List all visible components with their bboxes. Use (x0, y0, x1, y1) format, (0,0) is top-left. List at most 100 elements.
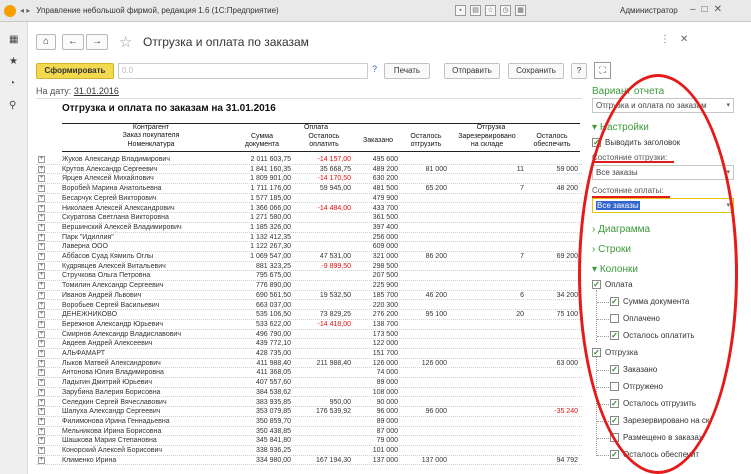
expand-row-icon[interactable]: + (38, 223, 45, 231)
more-icon[interactable]: ⋮ (660, 34, 670, 45)
table-row[interactable]: + Жуков Александр Владимирович 2 011 603,7… (36, 155, 582, 165)
search-icon[interactable]: ⚲ (9, 100, 16, 111)
expand-row-icon[interactable]: + (38, 340, 45, 348)
expand-row-icon[interactable]: + (38, 291, 45, 299)
expand-row-icon[interactable]: + (38, 156, 45, 163)
expand-row-icon[interactable]: + (38, 456, 45, 464)
expand-row-icon[interactable]: + (38, 194, 45, 202)
expand-row-icon[interactable]: + (38, 427, 45, 435)
table-row[interactable]: + Смирнов Александр Владиславович 496 790,… (36, 330, 582, 340)
table-row[interactable]: + Скуратова Светлана Викторовна 1 271 580,… (36, 213, 582, 223)
expand-row-icon[interactable]: + (38, 359, 45, 367)
favorites-star-icon[interactable]: ★ (9, 56, 18, 67)
col-to-pay-checkbox[interactable]: ✓ (610, 331, 619, 340)
report-field[interactable]: 0.0 (118, 63, 368, 79)
user-name[interactable]: Администратор (620, 6, 678, 15)
variant-select[interactable]: Отгрузка и оплата по заказам ▾ (592, 98, 734, 113)
close-form-icon[interactable]: ✕ (680, 34, 688, 45)
table-row[interactable]: + Филимонова Ирина Геннадьевна 350 859,70 8… (36, 417, 582, 427)
col-payment-checkbox[interactable]: ✓ (592, 280, 601, 289)
forward-button[interactable]: → (86, 34, 108, 50)
expand-row-icon[interactable]: + (38, 185, 45, 193)
settings-header[interactable]: ▾ Настройки (592, 122, 649, 133)
save-button[interactable]: Сохранить (508, 63, 564, 79)
table-row[interactable]: + Бережнов Александр Юрьевич 533 622,00 -14… (36, 320, 582, 330)
expand-row-icon[interactable]: + (38, 437, 45, 445)
table-row[interactable]: + ДЕНЕЖНИКОВО 535 106,50 73 829,25 276 200 95… (36, 310, 582, 320)
col-paid-checkbox[interactable] (610, 314, 619, 323)
table-row[interactable]: + Кудрявцев Алексей Витальевич 881 323,25 -… (36, 262, 582, 272)
maximize-icon[interactable]: □ (702, 4, 708, 15)
calc-icon[interactable]: ▦ (515, 5, 526, 16)
diagram-section[interactable]: › Диаграмма (592, 224, 650, 235)
expand-row-icon[interactable]: + (38, 282, 45, 290)
table-row[interactable]: + Зарубина Валерия Борисовна 384 538,62 108… (36, 388, 582, 398)
expand-row-icon[interactable]: + (38, 417, 45, 425)
table-row[interactable]: + Ладыгин Дмитрий Юрьевич 407 557,60 89 000 (36, 378, 582, 388)
col-placed-checkbox[interactable] (610, 433, 619, 442)
expand-row-icon[interactable]: + (38, 204, 45, 212)
expand-row-icon[interactable]: + (38, 311, 45, 319)
help-button[interactable]: ? (571, 63, 587, 79)
nav-arrows-icon[interactable]: ◂ ▸ (20, 6, 30, 15)
chevron-down-icon[interactable]: ▾ (726, 99, 730, 112)
col-shipped-checkbox[interactable] (610, 382, 619, 391)
expand-row-icon[interactable]: + (38, 447, 45, 454)
expand-row-icon[interactable]: + (38, 165, 45, 173)
col-doc-sum-checkbox[interactable]: ✓ (610, 297, 619, 306)
col-to-ship-checkbox[interactable]: ✓ (610, 399, 619, 408)
table-row[interactable]: + Вершинский Алексей Владимирович 1 185 32… (36, 223, 582, 233)
table-row[interactable]: + Аббасов Суад Кямиль Оглы 1 069 547,00 47 … (36, 252, 582, 262)
print-icon[interactable]: ▤ (470, 5, 481, 16)
expand-row-icon[interactable]: + (38, 233, 45, 241)
shipment-state-select[interactable]: Все заказы ▾ (592, 165, 734, 180)
table-row[interactable]: + Крутов Александр Сергеевич 1 841 160,35 3… (36, 165, 582, 175)
send-button[interactable]: Отправить (444, 63, 500, 79)
history-clock-icon[interactable]: ◔ (9, 78, 15, 89)
col-ordered-checkbox[interactable]: ✓ (610, 365, 619, 374)
expand-row-icon[interactable]: + (38, 330, 45, 338)
table-row[interactable]: + Томилин Александр Сергеевич 776 890,00 22… (36, 281, 582, 291)
table-row[interactable]: + Клименко Ирина 334 980,00 167 194,30 137 0… (36, 456, 582, 466)
expand-row-icon[interactable]: + (38, 379, 45, 387)
close-icon[interactable]: ✕ (714, 4, 722, 15)
table-row[interactable]: + Шалуха Александр Сергеевич 353 079,85 176… (36, 407, 582, 417)
columns-section[interactable]: ▾ Колонки (592, 264, 638, 275)
minimize-icon[interactable]: – (690, 4, 696, 15)
chevron-down-icon[interactable]: ▾ (726, 199, 730, 212)
payment-state-select[interactable]: Все заказы ▾ (592, 198, 734, 213)
col-shipment-checkbox[interactable]: ✓ (592, 348, 601, 357)
table-row[interactable]: + Мельникова Ирина Борисовна 350 438,85 87 … (36, 427, 582, 437)
expand-row-icon[interactable]: + (38, 408, 45, 416)
table-row[interactable]: + Николаев Алексей Александрович 1 366 066… (36, 204, 582, 214)
save-icon[interactable]: ▪ (455, 5, 466, 16)
home-button[interactable]: ⌂ (36, 34, 56, 50)
chevron-down-icon[interactable]: ▾ (726, 166, 730, 179)
table-row[interactable]: + Бесарчук Сергей Викторович 1 577 185,00 4… (36, 194, 582, 204)
expand-row-icon[interactable]: + (38, 398, 45, 406)
table-row[interactable]: + Воробьев Сергей Васильевич 663 037,00 220… (36, 301, 582, 311)
expand-row-icon[interactable]: + (38, 175, 45, 183)
table-row[interactable]: + Стручкова Ольга Петровна 795 675,00 207 5… (36, 271, 582, 282)
favorite-star-icon[interactable]: ☆ (119, 33, 132, 51)
back-button[interactable]: ← (62, 34, 84, 50)
apps-grid-icon[interactable]: ▦ (9, 34, 18, 45)
print-button[interactable]: Печать (384, 63, 430, 79)
table-row[interactable]: + Ярцев Алексей Михайлович 1 809 901,00 -14… (36, 174, 582, 185)
col-to-provide-checkbox[interactable]: ✓ (610, 450, 619, 459)
table-row[interactable]: + Иванов Андрей Львович 690 561,50 19 532,5… (36, 291, 582, 301)
help-link[interactable]: ? (372, 64, 377, 74)
expand-row-icon[interactable]: + (38, 350, 45, 357)
table-row[interactable]: + Парк "Идиллия" 1 132 412,35 256 000 (36, 233, 582, 243)
table-row[interactable]: + Шашкова Мария Степановна 345 841,80 79 00… (36, 436, 582, 446)
table-row[interactable]: + Антонова Юлия Владимировна 411 368,05 74 … (36, 368, 582, 379)
generate-button[interactable]: Сформировать (36, 63, 114, 79)
date-value[interactable]: 31.01.2016 (74, 86, 119, 96)
show-title-checkbox[interactable]: ✓ (592, 138, 601, 147)
expand-row-icon[interactable]: + (38, 272, 45, 280)
table-row[interactable]: + Авдеев Андрей Алексеевич 439 772,10 122 0… (36, 339, 582, 349)
expand-row-icon[interactable]: + (38, 262, 45, 270)
rows-section[interactable]: › Строки (592, 244, 631, 255)
col-reserved-checkbox[interactable]: ✓ (610, 416, 619, 425)
favorites-icon[interactable]: ☆ (485, 5, 496, 16)
